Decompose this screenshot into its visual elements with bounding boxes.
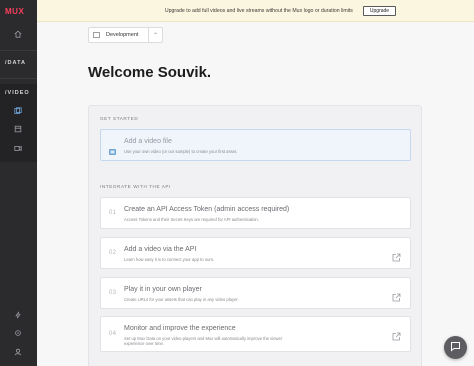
step-title: Add a video file (124, 138, 172, 145)
live-streams-icon[interactable] (13, 124, 23, 134)
page-title: Welcome Souvik. (88, 64, 212, 81)
banner-text: Upgrade to add full videos and live stre… (164, 7, 353, 14)
video-assets-icon[interactable] (13, 106, 23, 116)
nav-video-label[interactable]: /VIDEO (5, 90, 30, 96)
step-title: Add a video via the API (124, 246, 197, 253)
api-step-add-video[interactable]: 02 Add a video via the API Learn how eas… (100, 237, 411, 269)
environment-selector[interactable]: Development ⌃ (88, 27, 163, 43)
api-step-monitor[interactable]: 04 Monitor and improve the experience Se… (100, 316, 411, 352)
step-description: Create URLs for your assets that can pla… (124, 297, 239, 302)
step-title: Monitor and improve the experience (124, 325, 236, 332)
settings-icon[interactable] (13, 328, 23, 338)
folder-icon (89, 32, 103, 38)
nav-data-label[interactable]: /DATA (5, 60, 26, 66)
chat-icon (450, 339, 461, 357)
step-title: Create an API Access Token (admin access… (124, 206, 290, 213)
step-number: 04 (109, 331, 117, 337)
home-icon[interactable] (13, 29, 23, 39)
integrate-api-heading: INTEGRATE WITH THE API (100, 184, 171, 189)
left-nav: MUX /DATA /VIDEO (0, 0, 37, 366)
external-link-icon[interactable] (392, 289, 401, 302)
step-number: 03 (109, 290, 117, 296)
add-video-file-step[interactable]: Add a video file Use your own video (or … (100, 129, 411, 161)
api-step-create-token[interactable]: 01 Create an API Access Token (admin acc… (100, 197, 411, 229)
step-title: Play it in your own player (124, 286, 202, 293)
step-description: Set up Mux Data on your video players an… (124, 336, 283, 347)
upgrade-button[interactable]: Upgrade (362, 5, 397, 16)
external-link-icon[interactable] (392, 249, 401, 262)
step-number: 01 (109, 210, 117, 216)
image-icon (109, 142, 116, 155)
step-description: Access Tokens and their Secret Keys are … (124, 217, 259, 222)
upload-icon[interactable] (13, 143, 23, 153)
activity-icon[interactable] (13, 310, 23, 320)
external-link-icon[interactable] (392, 328, 401, 341)
chat-support-button[interactable] (444, 336, 467, 359)
user-icon[interactable] (13, 347, 23, 357)
step-number: 02 (109, 250, 117, 256)
mux-logo[interactable]: MUX (5, 7, 24, 16)
step-description: Learn how easy it is to connect your app… (124, 257, 215, 262)
upgrade-banner: Upgrade to add full videos and live stre… (37, 0, 474, 22)
get-started-heading: GET STARTED (100, 116, 139, 121)
environment-label: Development (106, 32, 139, 38)
chevron-up-down-icon[interactable]: ⌃ (148, 28, 162, 42)
step-description: Use your own video (or our sample) to cr… (124, 149, 238, 154)
api-step-play[interactable]: 03 Play it in your own player Create URL… (100, 277, 411, 309)
